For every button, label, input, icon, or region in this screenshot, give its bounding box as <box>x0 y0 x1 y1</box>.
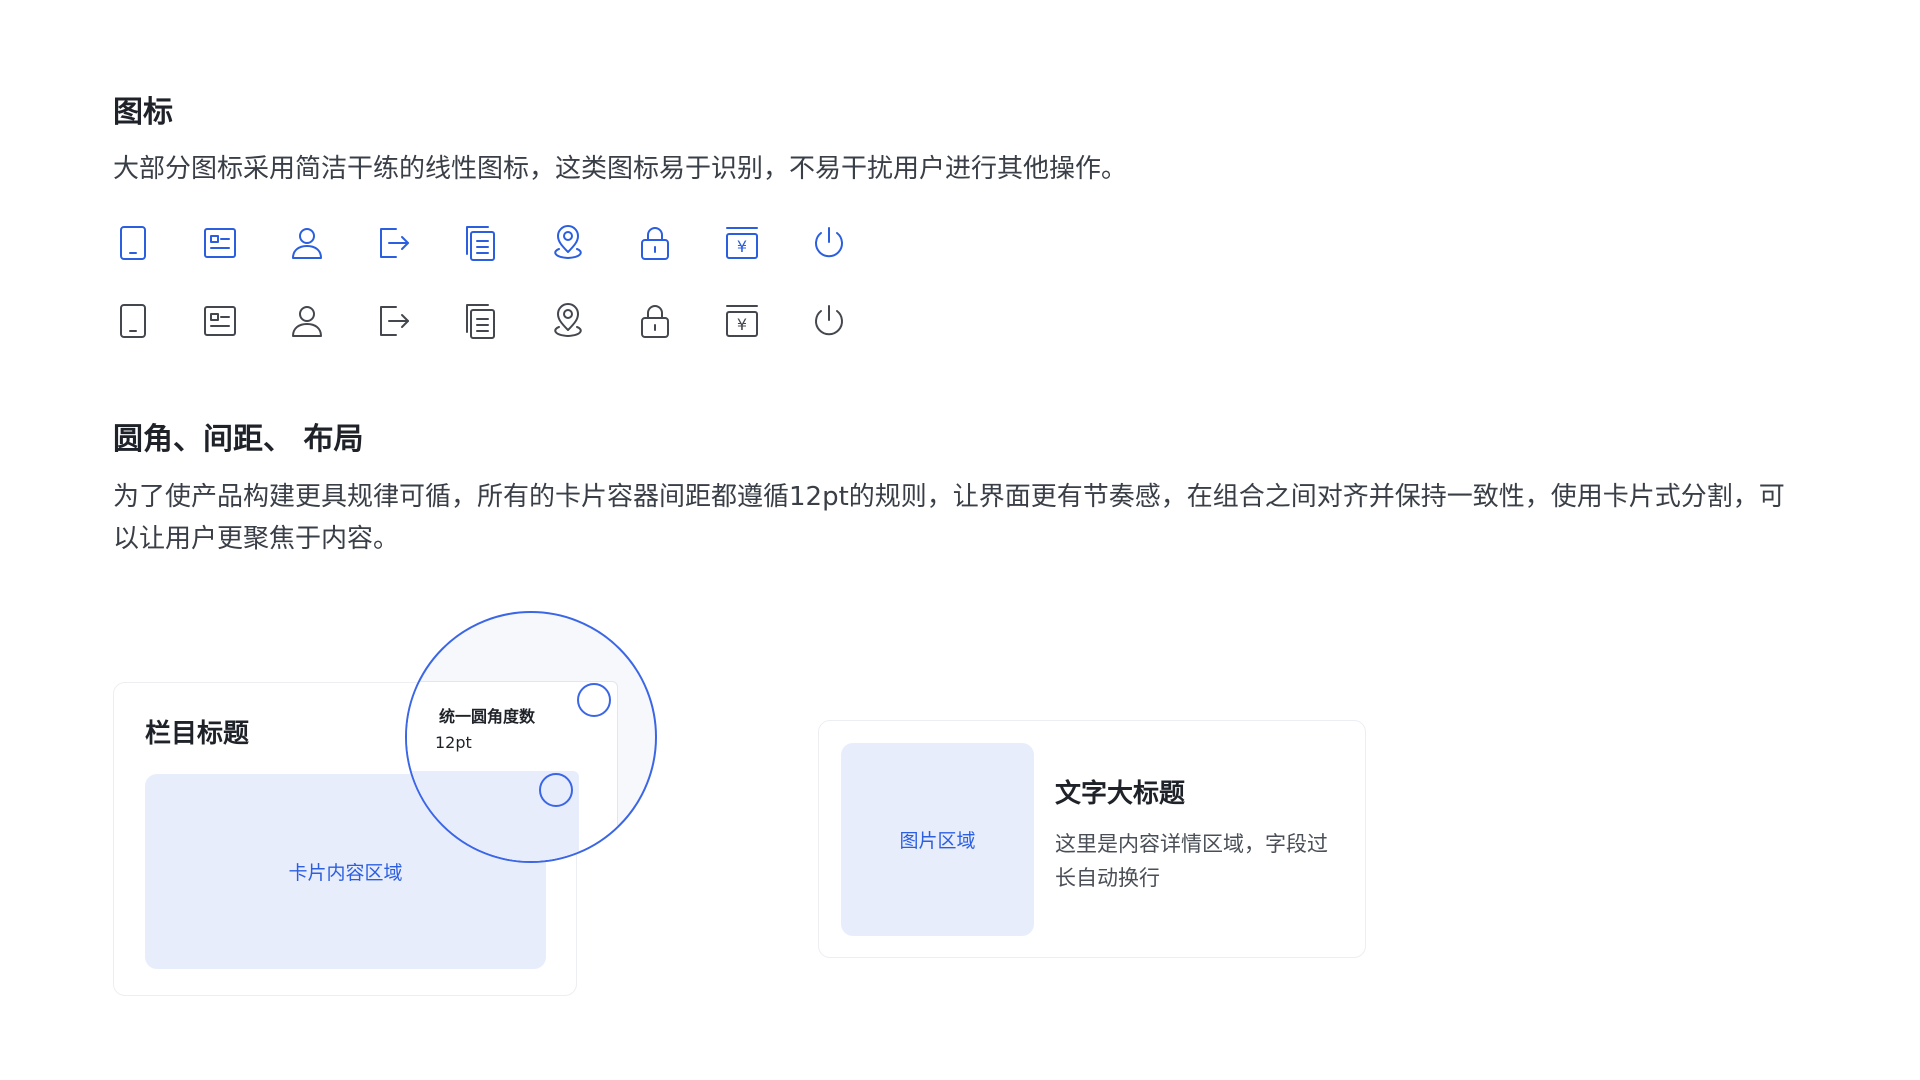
card-example-media: 图片区域 文字大标题 这里是内容详情区域，字段过长自动换行 <box>818 720 1366 958</box>
card-content-label: 卡片内容区域 <box>288 862 403 884</box>
card-column-title: 栏目标题 <box>145 719 250 749</box>
power-icon <box>809 223 849 263</box>
icon-row-gray: ¥ <box>113 301 896 341</box>
icon-row-blue: ¥ <box>113 223 896 263</box>
lock-icon <box>635 301 675 341</box>
icons-section-title: 图标 <box>113 95 173 130</box>
corner-radius-magnifier: 统一圆角度数 12pt <box>405 611 657 863</box>
lock-icon <box>635 223 675 263</box>
corner-marker-content <box>539 773 573 807</box>
document-icon <box>461 301 501 341</box>
document-icon <box>461 223 501 263</box>
user-icon <box>287 223 327 263</box>
user-icon <box>287 301 327 341</box>
svg-text:¥: ¥ <box>737 237 747 256</box>
logout-icon <box>374 223 414 263</box>
tablet-icon <box>113 223 153 263</box>
tablet-icon <box>113 301 153 341</box>
payment-icon: ¥ <box>722 301 762 341</box>
image-area: 图片区域 <box>841 743 1034 936</box>
id-card-icon <box>200 223 240 263</box>
card-media-title: 文字大标题 <box>1055 779 1186 809</box>
logout-icon <box>374 301 414 341</box>
location-icon <box>548 301 588 341</box>
icons-section-description: 大部分图标采用简洁干练的线性图标，这类图标易于识别，不易干扰用户进行其他操作。 <box>113 154 1128 184</box>
layout-section-description: 为了使产品构建更具规律可循，所有的卡片容器间距都遵循12pt的规则，让界面更有节… <box>113 482 1785 554</box>
svg-text:¥: ¥ <box>737 315 747 334</box>
design-spec-page: 图标 大部分图标采用简洁干练的线性图标，这类图标易于识别，不易干扰用户进行其他操… <box>0 0 1920 1080</box>
layout-section-title: 圆角、间距、 布局 <box>113 422 364 457</box>
power-icon <box>809 301 849 341</box>
image-area-label: 图片区域 <box>899 830 976 852</box>
corner-radius-value: 12pt <box>435 733 472 752</box>
payment-icon: ¥ <box>722 223 762 263</box>
corner-marker-card <box>577 683 611 717</box>
card-media-body: 这里是内容详情区域，字段过长自动换行 <box>1055 832 1328 890</box>
location-icon <box>548 223 588 263</box>
corner-radius-label: 统一圆角度数 <box>439 707 536 726</box>
id-card-icon <box>200 301 240 341</box>
